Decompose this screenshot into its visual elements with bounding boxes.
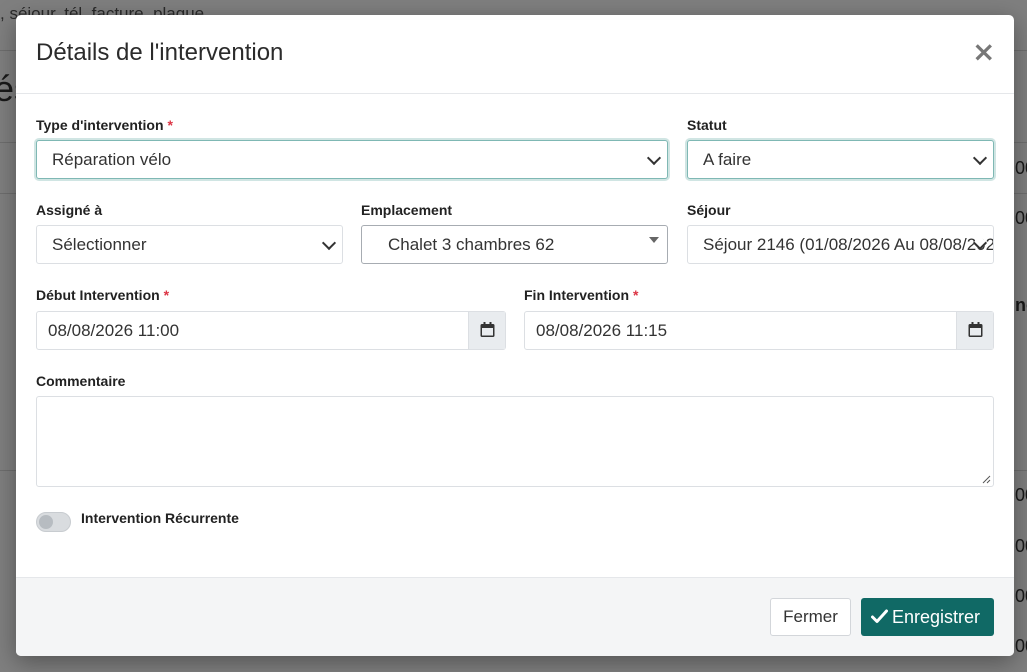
fin-label: Fin Intervention *: [524, 287, 638, 303]
calendar-icon: [968, 322, 983, 337]
debut-value: 08/08/2026 11:00: [48, 321, 180, 340]
sejour-label: Séjour: [687, 202, 731, 218]
modal-header: Détails de l'intervention ×: [16, 15, 1014, 94]
chevron-down-icon: [321, 235, 337, 250]
fin-datetime-input[interactable]: 08/08/2026 11:15: [524, 311, 994, 350]
type-intervention-label: Type d'intervention *: [36, 117, 173, 133]
fin-value: 08/08/2026 11:15: [536, 321, 668, 340]
required-mark: *: [633, 287, 639, 303]
commentaire-textarea[interactable]: [36, 396, 994, 487]
debut-calendar-button[interactable]: [468, 312, 505, 349]
close-icon[interactable]: ×: [972, 37, 995, 67]
chevron-down-icon: [972, 150, 988, 165]
recurrente-toggle[interactable]: [36, 512, 71, 532]
fin-label-text: Fin Intervention: [524, 287, 629, 303]
caret-down-icon: [649, 237, 659, 243]
debut-label-text: Début Intervention: [36, 287, 160, 303]
statut-value: A faire: [703, 150, 752, 169]
emplacement-value: Chalet 3 chambres 62: [388, 235, 555, 254]
enregistrer-label: Enregistrer: [892, 607, 981, 627]
fermer-button[interactable]: Fermer: [770, 598, 851, 636]
assigne-select[interactable]: Sélectionner: [36, 225, 343, 264]
resize-handle-icon[interactable]: [982, 475, 991, 484]
required-mark: *: [163, 287, 170, 303]
toggle-knob: [39, 515, 53, 529]
sejour-value: Séjour 2146 (01/08/2026 Au 08/08/2026): [703, 235, 994, 254]
enregistrer-button[interactable]: Enregistrer: [861, 598, 994, 636]
fin-calendar-button[interactable]: [956, 312, 993, 349]
sejour-select[interactable]: Séjour 2146 (01/08/2026 Au 08/08/2026): [687, 225, 994, 264]
debut-label: Début Intervention *: [36, 287, 169, 303]
modal-title: Détails de l'intervention: [36, 39, 284, 66]
emplacement-label: Emplacement: [361, 202, 453, 218]
calendar-icon: [480, 322, 495, 337]
commentaire-label: Commentaire: [36, 373, 126, 389]
type-intervention-label-text: Type d'intervention: [36, 117, 164, 133]
check-icon: [871, 609, 888, 623]
modal-footer: Fermer Enregistrer: [16, 577, 1014, 656]
debut-datetime-input[interactable]: 08/08/2026 11:00: [36, 311, 506, 350]
type-intervention-value: Réparation vélo: [52, 150, 172, 169]
assigne-value: Sélectionner: [52, 235, 147, 254]
statut-select[interactable]: A faire: [687, 140, 994, 179]
emplacement-select[interactable]: Chalet 3 chambres 62: [361, 225, 668, 264]
intervention-details-modal: Détails de l'intervention × Type d'inter…: [16, 15, 1014, 656]
recurrente-label: Intervention Récurrente: [81, 510, 239, 526]
assigne-label: Assigné à: [36, 202, 103, 218]
chevron-down-icon: [646, 150, 662, 165]
required-mark: *: [167, 117, 173, 133]
statut-label: Statut: [687, 117, 727, 133]
type-intervention-select[interactable]: Réparation vélo: [36, 140, 668, 179]
